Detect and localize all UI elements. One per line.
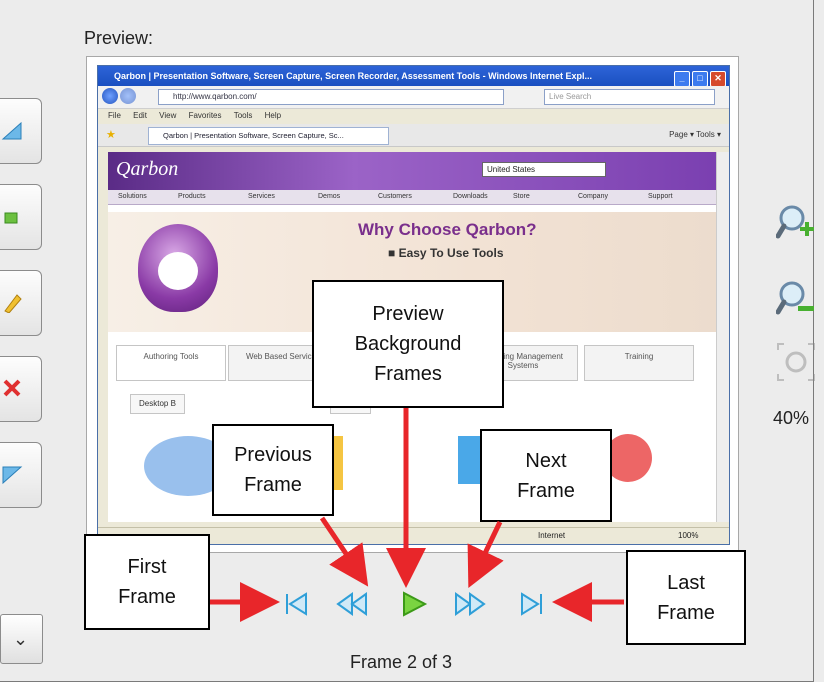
last-frame-button[interactable] [516, 588, 548, 620]
zoom-in-icon [776, 205, 814, 239]
zoom-fit-button[interactable] [776, 342, 816, 382]
arrow-next-frame [467, 520, 504, 589]
fast-forward-icon [455, 592, 486, 616]
skip-to-end-icon [521, 592, 542, 616]
annotation-arrows [210, 408, 624, 622]
frame-indicator: Frame 2 of 3 [350, 652, 453, 672]
arrow-previous-frame [319, 516, 369, 587]
first-frame-button[interactable] [280, 588, 312, 620]
zoom-out-button[interactable] [776, 278, 816, 318]
zoom-in-button[interactable] [776, 202, 816, 242]
previous-frame-button[interactable] [336, 588, 368, 620]
zoom-level: 40% [773, 408, 810, 428]
zoom-fit-icon [777, 343, 815, 381]
skip-to-start-icon [286, 592, 307, 616]
play-button[interactable] [398, 588, 430, 620]
next-frame-button[interactable] [454, 588, 486, 620]
rewind-icon [336, 592, 367, 616]
zoom-out-icon [776, 281, 814, 315]
play-icon [403, 591, 428, 617]
